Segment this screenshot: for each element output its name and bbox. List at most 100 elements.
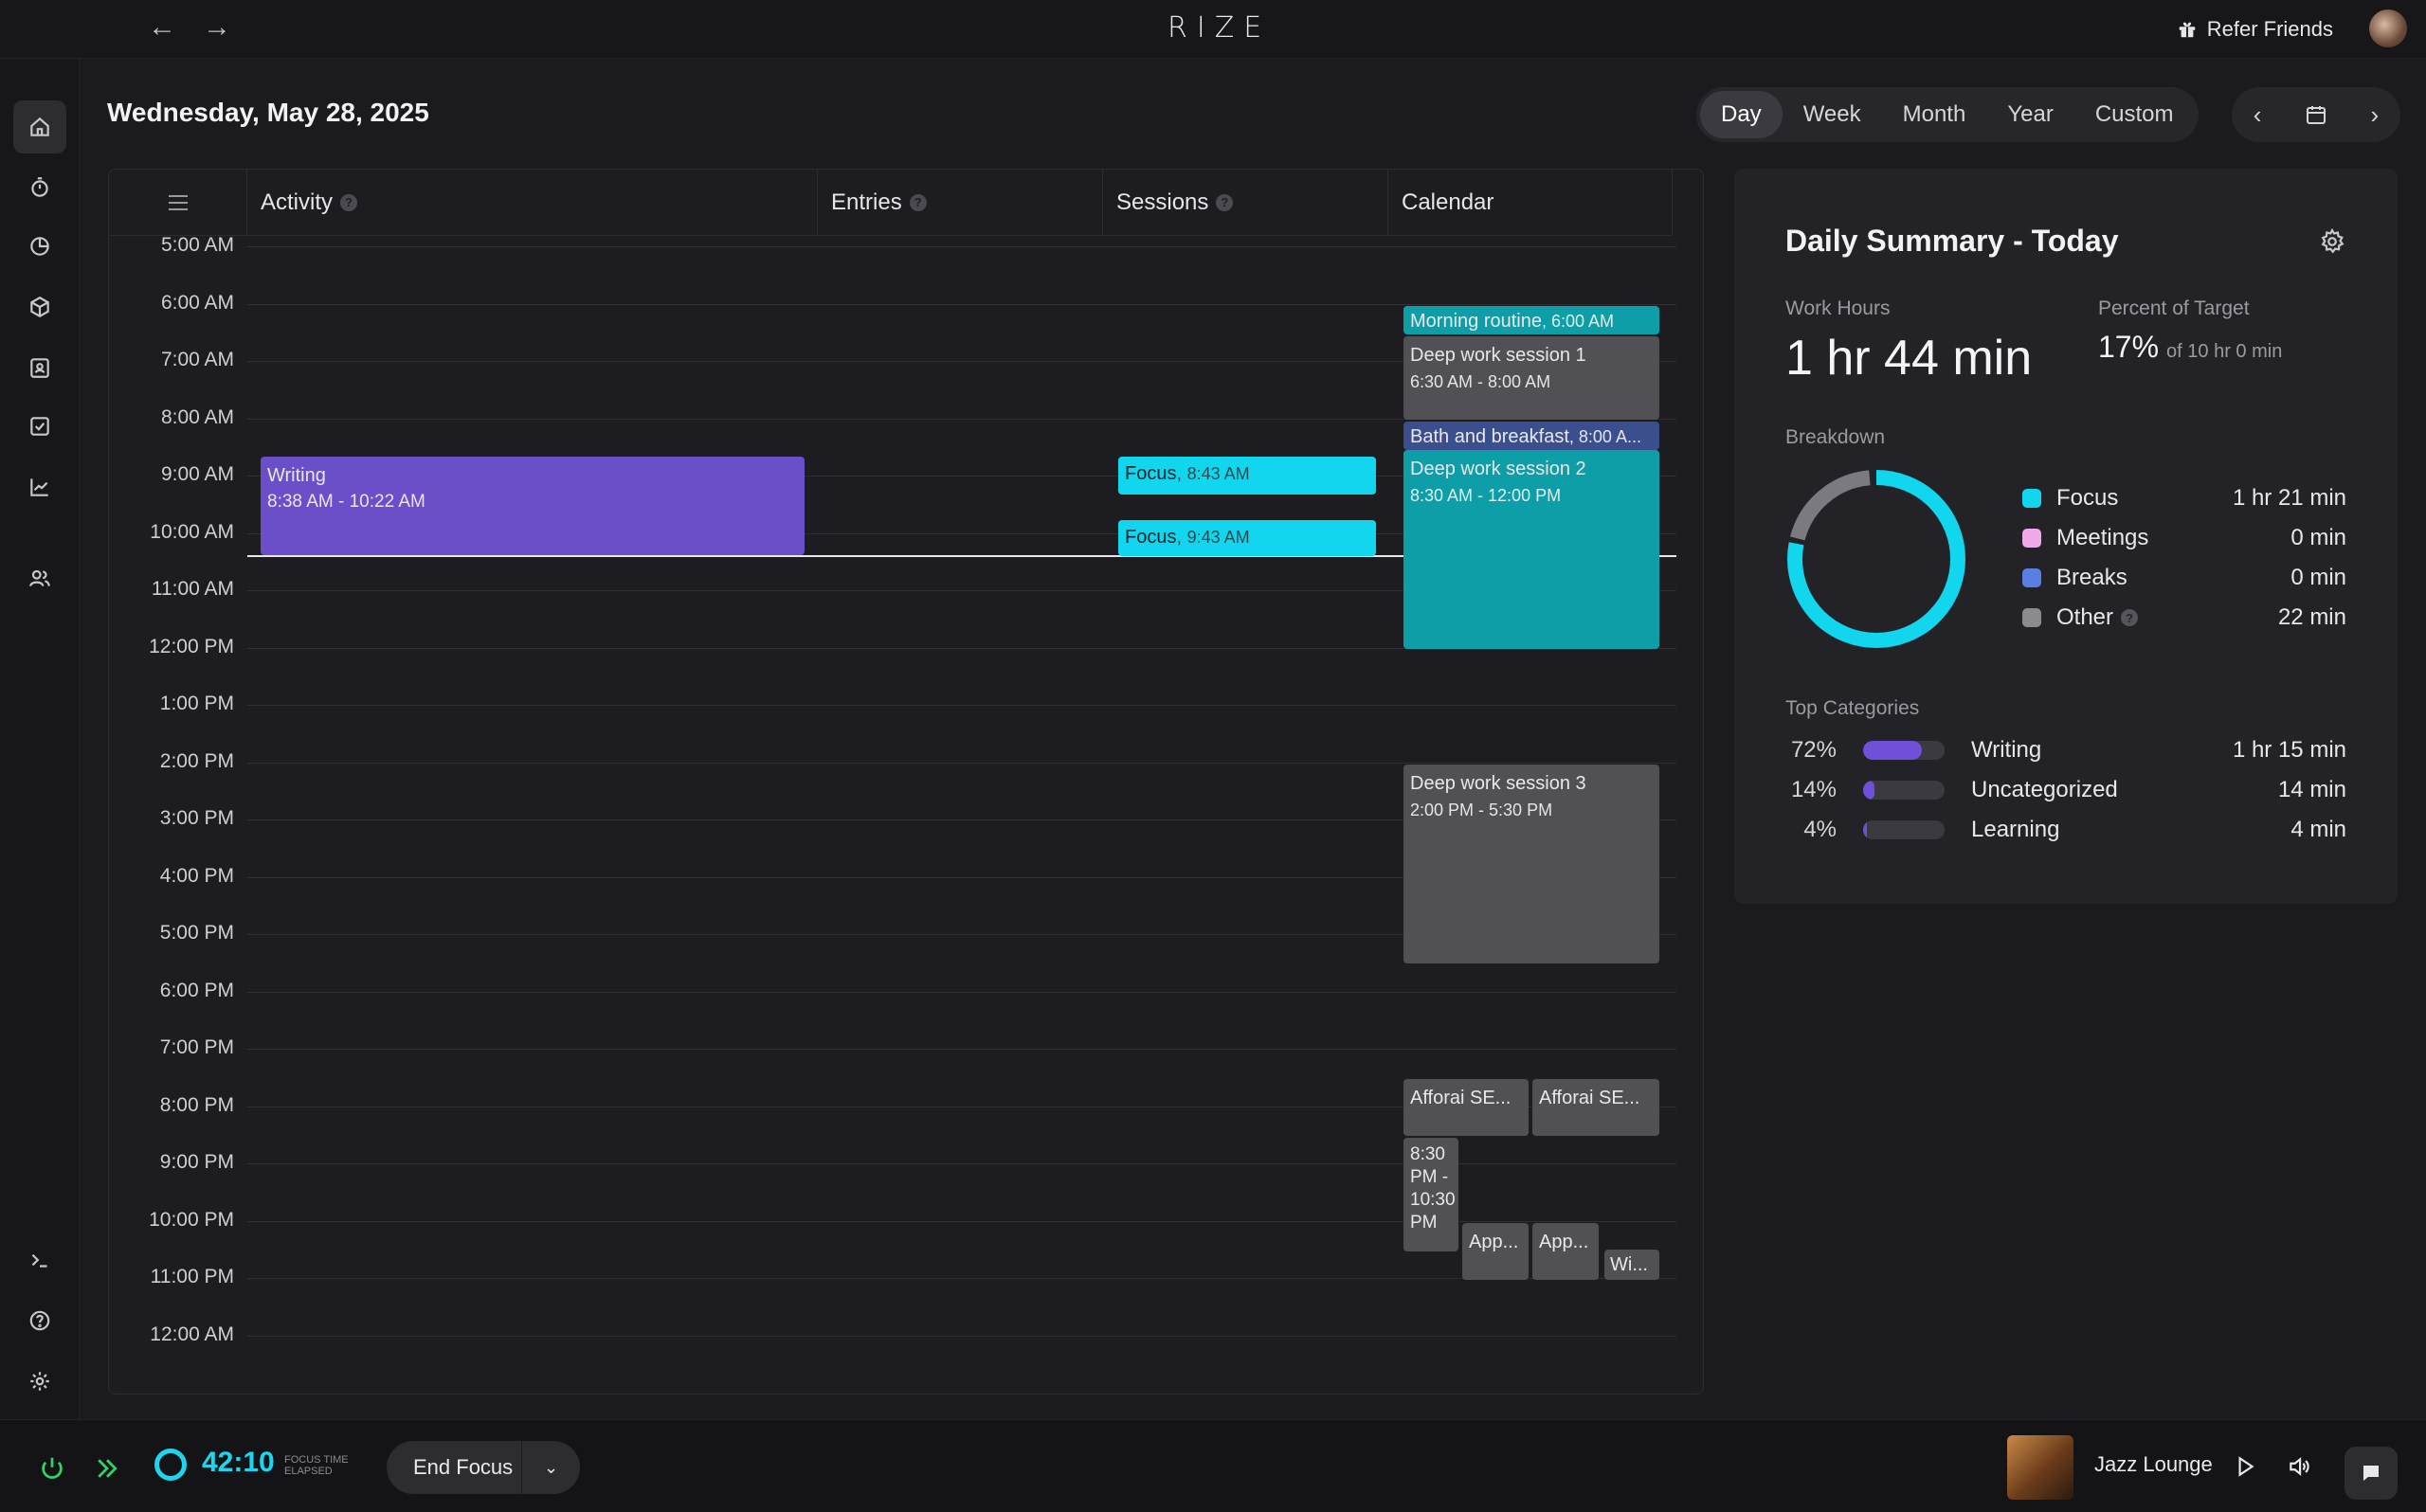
category-bar-fill: [1863, 781, 1875, 800]
help-icon[interactable]: ?: [909, 193, 927, 211]
calendar-event[interactable]: Bath and breakfast, 8:00 A...: [1403, 422, 1659, 450]
category-row[interactable]: 4% Learning 4 min: [1785, 811, 2346, 849]
category-bar: [1863, 820, 1945, 839]
hour-label: 12:00 AM: [150, 1323, 234, 1345]
chevron-right-icon[interactable]: ›: [2371, 100, 2380, 130]
sidebar-item-tasks[interactable]: [13, 400, 66, 453]
sidebar-item-clients[interactable]: [13, 341, 66, 394]
category-row[interactable]: 72% Writing 1 hr 15 min: [1785, 731, 2346, 769]
event-title: Afforai SE...: [1539, 1088, 1640, 1108]
volume-icon[interactable]: [2286, 1454, 2312, 1479]
category-duration: 1 hr 15 min: [2232, 737, 2346, 763]
sidebar-item-settings[interactable]: [13, 1355, 66, 1408]
chevron-down-icon[interactable]: ⌄: [522, 1458, 580, 1478]
hour-gridline: [247, 705, 1676, 706]
end-focus-button[interactable]: End Focus: [387, 1455, 521, 1480]
skip-forward-icon[interactable]: [93, 1454, 121, 1483]
column-sessions: Sessions?: [1103, 170, 1388, 236]
legend-name: Breaks: [2056, 565, 2127, 590]
hour-label: 10:00 PM: [149, 1208, 234, 1231]
legend-other: Other ? 22 min: [2022, 599, 2346, 637]
category-bar: [1863, 781, 1945, 800]
sidebar-item-terminal[interactable]: [13, 1233, 66, 1287]
back-arrow-icon[interactable]: ←: [148, 11, 176, 44]
hour-label: 8:00 AM: [160, 405, 234, 428]
tab-week[interactable]: Week: [1783, 91, 1882, 138]
sidebar-item-reports[interactable]: [13, 220, 66, 273]
range-selector: Day Week Month Year Custom: [1696, 87, 2199, 142]
refer-friends-button[interactable]: Refer Friends: [2177, 17, 2333, 42]
tab-day[interactable]: Day: [1700, 91, 1783, 138]
list-view-toggle[interactable]: [109, 170, 247, 236]
sidebar-item-help[interactable]: [13, 1294, 66, 1347]
gift-icon: [2179, 22, 2195, 38]
legend-focus: Focus 1 hr 21 min: [2022, 479, 2346, 517]
calendar-event[interactable]: App...: [1462, 1223, 1529, 1280]
calendar-event[interactable]: 8:30 PM - 10:30 PM: [1403, 1138, 1458, 1251]
sidebar-item-team[interactable]: [13, 551, 66, 604]
hour-gridline: [247, 1049, 1676, 1050]
hour-label: 5:00 AM: [160, 234, 234, 256]
gear-icon[interactable]: [2318, 227, 2346, 256]
calendar-event[interactable]: Morning routine, 6:00 AM: [1403, 306, 1659, 334]
calendar-event[interactable]: Wi...: [1604, 1250, 1659, 1280]
top-categories-label: Top Categories: [1785, 697, 1920, 719]
forward-arrow-icon[interactable]: →: [203, 11, 231, 44]
sidebar-item-projects[interactable]: [13, 280, 66, 333]
category-name: Learning: [1971, 817, 2060, 842]
help-icon[interactable]: ?: [340, 193, 358, 211]
hour-gridline: [247, 1163, 1676, 1164]
event-time: 2:00 PM - 5:30 PM: [1410, 801, 1553, 819]
legend-value: 0 min: [2290, 565, 2346, 590]
calendar-event[interactable]: Deep work session 1 6:30 AM - 8:00 AM: [1403, 336, 1659, 420]
percent-target-value: 17% of 10 hr 0 min: [2098, 330, 2282, 365]
cube-icon: [30, 297, 49, 317]
calendar-event[interactable]: Deep work session 2 8:30 AM - 12:00 PM: [1403, 450, 1659, 649]
timeline-panel: Activity? Entries? Sessions? Calendar 5:…: [108, 169, 1704, 1395]
breakdown-label: Breakdown: [1785, 426, 1886, 448]
calendar-icon[interactable]: [2305, 103, 2327, 126]
tab-month[interactable]: Month: [1882, 91, 1987, 138]
legend-name: Focus: [2056, 485, 2119, 511]
hour-gridline: [247, 991, 1676, 993]
calendar-event[interactable]: Afforai SE...: [1403, 1079, 1529, 1136]
session-block[interactable]: Focus, 9:43 AM: [1118, 520, 1376, 556]
calendar-event[interactable]: App...: [1532, 1223, 1599, 1280]
sidebar-item-home[interactable]: [13, 100, 66, 153]
category-name: Writing: [1971, 737, 2042, 763]
team-icon: [29, 569, 50, 586]
app-logo: RIZE: [1168, 11, 1272, 45]
session-time: 8:43 AM: [1186, 464, 1250, 483]
activity-title: Writing: [267, 465, 326, 486]
chevron-left-icon[interactable]: ‹: [2254, 100, 2262, 130]
legend-breaks: Breaks 0 min: [2022, 559, 2346, 597]
legend-value: 0 min: [2290, 525, 2346, 550]
avatar[interactable]: [2369, 9, 2407, 47]
sidebar: [0, 59, 80, 1419]
tab-custom[interactable]: Custom: [2074, 91, 2195, 138]
hour-gridline: [247, 246, 1676, 247]
hour-label: 9:00 AM: [160, 463, 234, 485]
activity-block-writing[interactable]: Writing 8:38 AM - 10:22 AM: [261, 457, 805, 555]
tab-year[interactable]: Year: [1986, 91, 2074, 138]
percent-value: 17%: [2098, 330, 2160, 364]
category-row[interactable]: 14% Uncategorized 14 min: [1785, 771, 2346, 809]
hour-label: 4:00 PM: [159, 864, 234, 887]
column-sessions-label: Sessions: [1116, 189, 1209, 215]
bottom-bar: 42:10 FOCUS TIME ELAPSED End Focus ⌄ Jazz…: [0, 1419, 2426, 1512]
chat-button[interactable]: [2345, 1447, 2398, 1500]
event-time: 8:30 AM - 12:00 PM: [1410, 486, 1562, 505]
session-block[interactable]: Focus, 8:43 AM: [1118, 457, 1376, 495]
calendar-event[interactable]: Afforai SE...: [1532, 1079, 1659, 1136]
help-icon[interactable]: ?: [2121, 609, 2139, 626]
hour-label: 10:00 AM: [150, 520, 234, 543]
sidebar-item-analytics[interactable]: [13, 460, 66, 513]
help-icon[interactable]: ?: [1216, 193, 1234, 211]
menu-icon: [168, 194, 188, 210]
calendar-event[interactable]: Deep work session 3 2:00 PM - 5:30 PM: [1403, 765, 1659, 963]
sidebar-item-timer[interactable]: [13, 161, 66, 214]
breakdown-donut: [1787, 470, 1965, 648]
play-icon[interactable]: [2233, 1454, 2257, 1479]
power-icon[interactable]: [38, 1454, 66, 1483]
work-hours-label: Work Hours: [1785, 297, 1891, 319]
